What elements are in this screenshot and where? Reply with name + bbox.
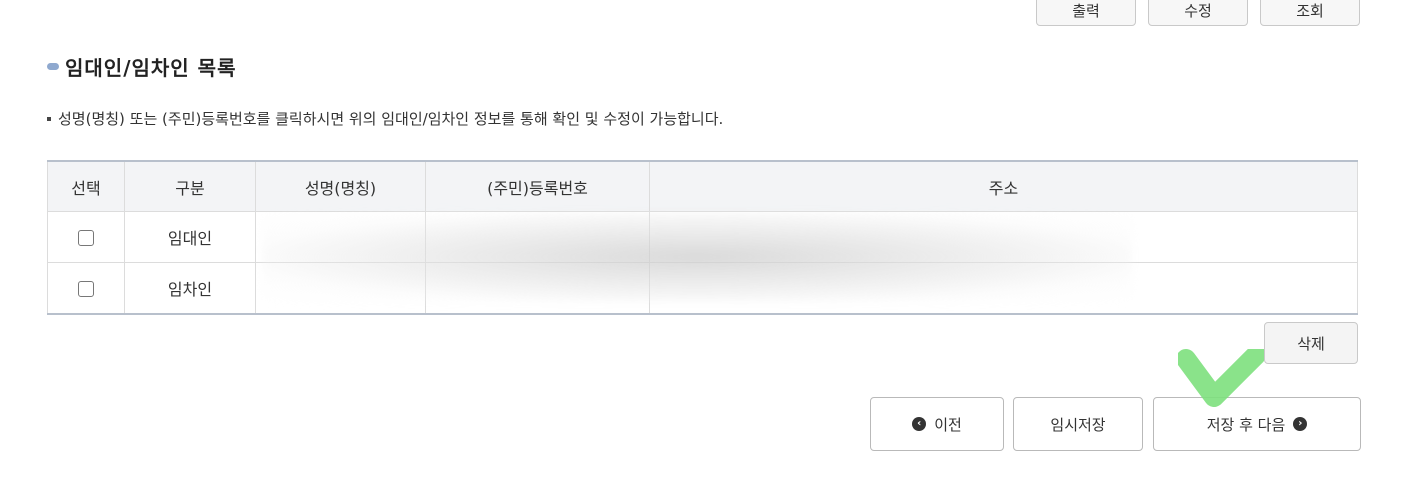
header-type: 구분 bbox=[124, 161, 256, 212]
select-cell bbox=[47, 262, 125, 315]
delete-button[interactable]: 삭제 bbox=[1264, 322, 1358, 364]
notice-label: 성명(명칭) 또는 (주민)등록번호를 클릭하시면 위의 임대인/임차인 정보를… bbox=[58, 110, 724, 128]
table-header-row: 선택 구분 성명(명칭) (주민)등록번호 주소 bbox=[47, 161, 1358, 212]
prev-button-label: 이전 bbox=[934, 415, 962, 434]
circle-chevron-right-icon: › bbox=[1293, 417, 1308, 431]
type-cell: 임차인 bbox=[124, 262, 256, 315]
header-address: 주소 bbox=[649, 161, 1358, 212]
landlord-tenant-table: 선택 구분 성명(명칭) (주민)등록번호 주소 임대인 임차인 bbox=[47, 160, 1358, 315]
prev-button[interactable]: ‹ 이전 bbox=[870, 397, 1004, 451]
save-next-label: 저장 후 다음 bbox=[1206, 415, 1286, 434]
name-cell[interactable] bbox=[255, 262, 426, 315]
header-name: 성명(명칭) bbox=[255, 161, 426, 212]
save-next-button[interactable]: 저장 후 다음 › bbox=[1153, 397, 1361, 451]
header-select: 선택 bbox=[47, 161, 125, 212]
print-button[interactable]: 출력 bbox=[1036, 0, 1136, 26]
reg-no-cell[interactable] bbox=[425, 262, 650, 315]
top-button-group: 출력 수정 조회 bbox=[1036, 0, 1360, 26]
search-button[interactable]: 조회 bbox=[1260, 0, 1360, 26]
section-title: 임대인/임차인 목록 bbox=[47, 52, 236, 81]
row-checkbox[interactable] bbox=[78, 230, 94, 246]
header-reg-no: (주민)등록번호 bbox=[425, 161, 650, 212]
table-row: 임차인 bbox=[47, 262, 1358, 315]
edit-button[interactable]: 수정 bbox=[1148, 0, 1248, 26]
section-title-text: 임대인/임차인 목록 bbox=[65, 56, 237, 80]
reg-no-cell[interactable] bbox=[425, 211, 650, 263]
temp-save-label: 임시저장 bbox=[1050, 415, 1106, 434]
type-cell: 임대인 bbox=[124, 211, 256, 263]
address-cell bbox=[649, 211, 1358, 263]
circle-chevron-left-icon: ‹ bbox=[912, 417, 927, 431]
select-cell bbox=[47, 211, 125, 263]
bullet-icon bbox=[47, 116, 51, 121]
row-checkbox[interactable] bbox=[78, 281, 94, 297]
title-marker-icon bbox=[47, 63, 59, 70]
notice-text: 성명(명칭) 또는 (주민)등록번호를 클릭하시면 위의 임대인/임차인 정보를… bbox=[47, 108, 723, 129]
address-cell bbox=[649, 262, 1358, 315]
temp-save-button[interactable]: 임시저장 bbox=[1013, 397, 1143, 451]
name-cell[interactable] bbox=[255, 211, 426, 263]
table-row: 임대인 bbox=[47, 211, 1358, 263]
